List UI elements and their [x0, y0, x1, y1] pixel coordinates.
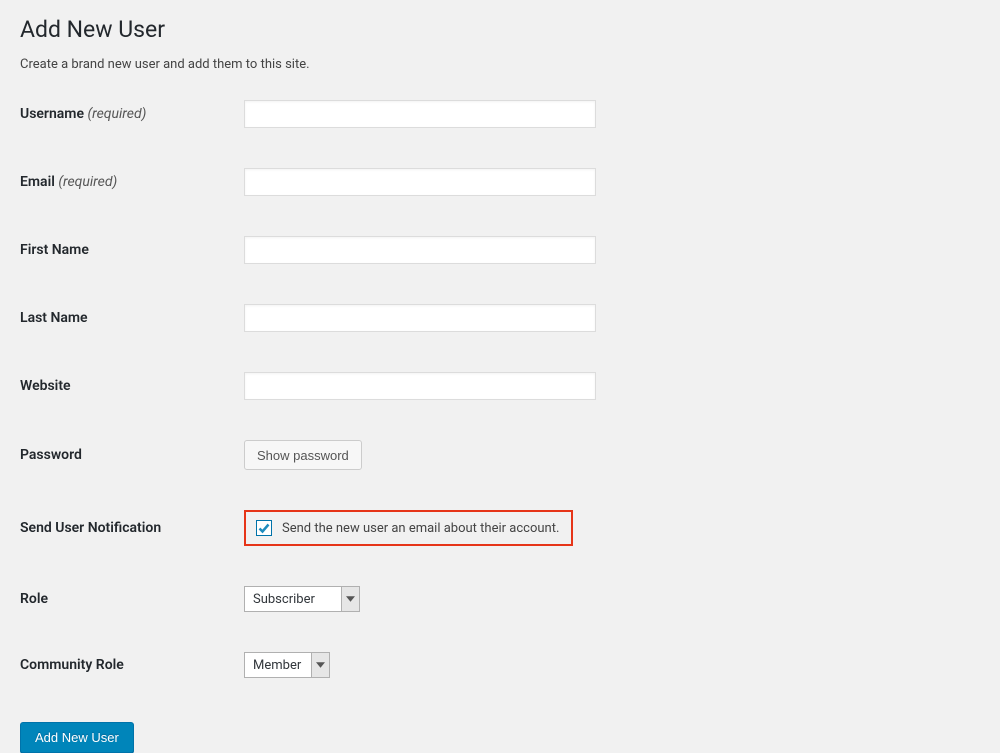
email-input[interactable] [244, 168, 596, 196]
last-name-label: Last Name [20, 310, 244, 326]
email-label: Email (required) [20, 174, 244, 190]
community-role-select[interactable]: Member [244, 652, 330, 678]
password-label: Password [20, 447, 244, 463]
username-required-text: (required) [87, 106, 146, 122]
email-required-text: (required) [58, 174, 117, 190]
username-label-text: Username [20, 106, 84, 122]
last-name-input[interactable] [244, 304, 596, 332]
community-role-select-value: Member [245, 653, 311, 677]
community-role-label: Community Role [20, 657, 244, 673]
email-label-text: Email [20, 174, 55, 190]
first-name-input[interactable] [244, 236, 596, 264]
website-input[interactable] [244, 372, 596, 400]
first-name-label: First Name [20, 242, 244, 258]
show-password-button[interactable]: Show password [244, 440, 362, 470]
notification-label: Send User Notification [20, 520, 244, 536]
chevron-down-icon [316, 662, 325, 668]
chevron-down-icon [346, 596, 355, 602]
role-label: Role [20, 591, 244, 607]
add-new-user-button[interactable]: Add New User [20, 722, 134, 753]
username-label: Username (required) [20, 106, 244, 122]
notification-checkbox[interactable] [256, 520, 272, 536]
checkmark-icon [258, 522, 270, 534]
role-select-value: Subscriber [245, 587, 341, 611]
website-label: Website [20, 378, 244, 394]
username-input[interactable] [244, 100, 596, 128]
community-role-select-button[interactable] [311, 653, 329, 677]
notification-checkbox-label: Send the new user an email about their a… [282, 521, 559, 536]
page-description: Create a brand new user and add them to … [20, 57, 980, 72]
role-select[interactable]: Subscriber [244, 586, 360, 612]
page-title: Add New User [20, 10, 980, 43]
role-select-button[interactable] [341, 587, 359, 611]
notification-highlight-box: Send the new user an email about their a… [244, 510, 573, 546]
